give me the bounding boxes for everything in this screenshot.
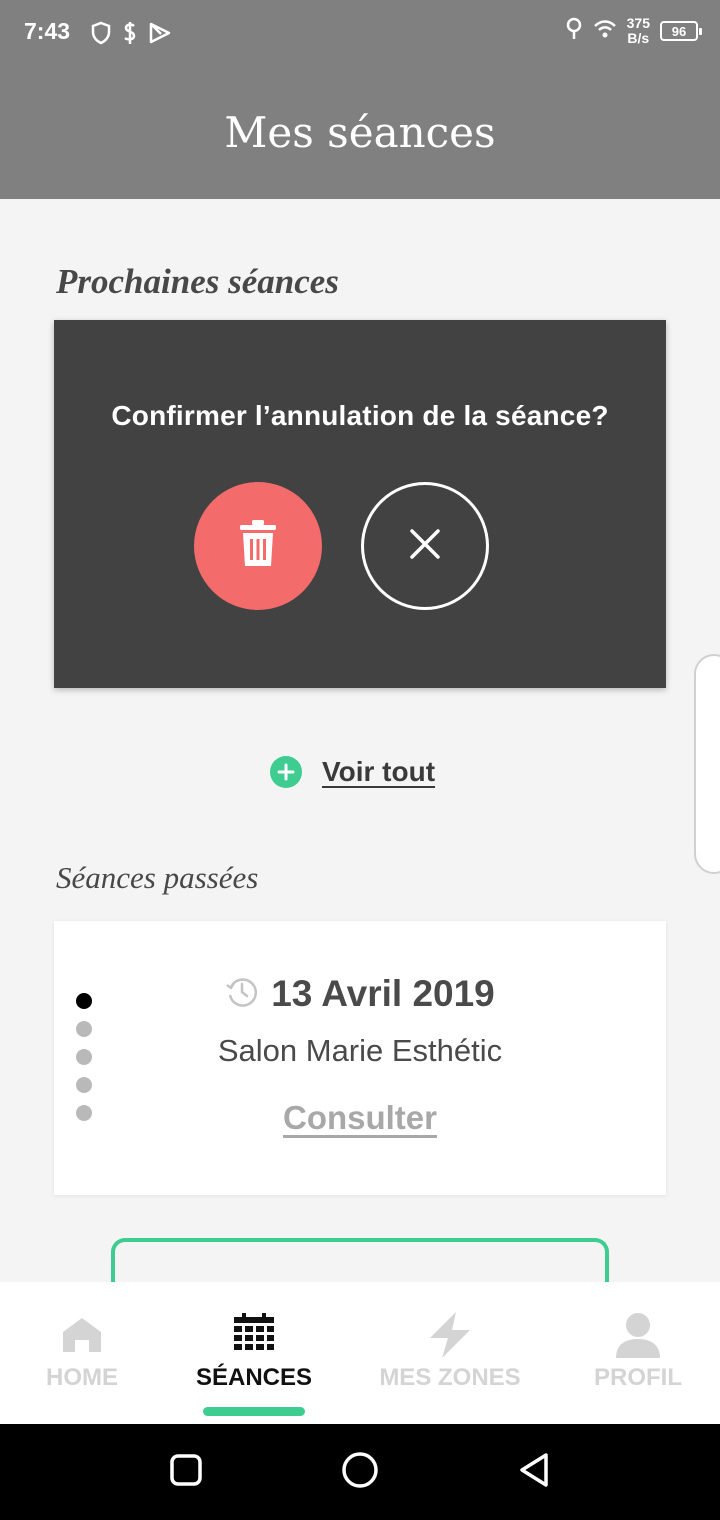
- system-navigation-bar: [0, 1424, 720, 1520]
- location-icon: [565, 17, 583, 46]
- session-date: 13 Avril 2019: [271, 973, 495, 1014]
- nav-home[interactable]: HOME: [22, 1282, 142, 1424]
- status-notification-icons: [90, 20, 172, 51]
- wifi-icon: [593, 19, 617, 44]
- home-button[interactable]: [336, 1448, 384, 1496]
- nav-seances-label: SÉANCES: [195, 1364, 313, 1391]
- nav-mes-zones-label: MES ZONES: [379, 1364, 521, 1391]
- consult-session-link[interactable]: Consulter: [54, 1099, 666, 1137]
- back-button[interactable]: [510, 1448, 558, 1496]
- trash-icon: [238, 519, 278, 573]
- square-icon: [169, 1453, 203, 1492]
- status-system-icons: 375 B/s 96: [565, 15, 702, 46]
- past-session-card: 13 Avril 2019 Salon Marie Esthétic Consu…: [54, 921, 666, 1195]
- status-time: 7:43: [24, 18, 71, 44]
- see-all-link[interactable]: Voir tout: [270, 756, 435, 788]
- cancel-confirmation-panel: Confirmer l’annulation de la séance?: [54, 320, 666, 688]
- see-all-label: Voir tout: [322, 756, 436, 787]
- close-icon: [409, 528, 441, 565]
- app-header: Mes séances: [0, 66, 720, 199]
- play-store-icon: [148, 21, 172, 50]
- nav-seances[interactable]: SÉANCES: [184, 1282, 324, 1424]
- past-sessions-title: Séances passées: [56, 860, 259, 895]
- battery-indicator: 96: [660, 21, 702, 41]
- session-date-row: 13 Avril 2019: [54, 973, 666, 1015]
- plus-icon: [270, 756, 302, 788]
- confirm-delete-button[interactable]: [194, 482, 322, 610]
- active-tab-indicator: [203, 1407, 305, 1416]
- history-clock-icon: [225, 975, 259, 1014]
- recent-apps-button[interactable]: [162, 1448, 210, 1496]
- dismiss-cancel-button[interactable]: [361, 482, 489, 610]
- user-icon: [614, 1312, 662, 1358]
- network-speed: 375 B/s: [626, 15, 650, 46]
- nav-mes-zones[interactable]: MES ZONES: [370, 1282, 530, 1424]
- circle-icon: [341, 1451, 379, 1494]
- nav-profil-label: PROFIL: [594, 1364, 682, 1391]
- bolt-icon: [426, 1312, 474, 1358]
- bottom-navigation: HOME SÉANCES MES ZONES PROFIL: [0, 1282, 720, 1424]
- confirm-cancel-text: Confirmer l’annulation de la séance?: [111, 400, 609, 431]
- back-triangle-icon: [517, 1452, 551, 1493]
- calendar-icon: [233, 1312, 275, 1358]
- page-title: Mes séances: [224, 108, 496, 157]
- side-drawer-handle[interactable]: [694, 654, 720, 874]
- home-icon: [61, 1312, 103, 1358]
- nav-home-label: HOME: [46, 1364, 118, 1391]
- status-bar: 7:43 375 B/s 96: [0, 0, 720, 66]
- nav-profil[interactable]: PROFIL: [578, 1282, 698, 1424]
- carousel-dot[interactable]: [76, 1077, 92, 1093]
- shield-icon: [90, 21, 112, 50]
- session-salon-name: Salon Marie Esthétic: [217, 1033, 503, 1068]
- dollar-icon: [122, 20, 138, 51]
- upcoming-sessions-title: Prochaines séances: [56, 262, 339, 301]
